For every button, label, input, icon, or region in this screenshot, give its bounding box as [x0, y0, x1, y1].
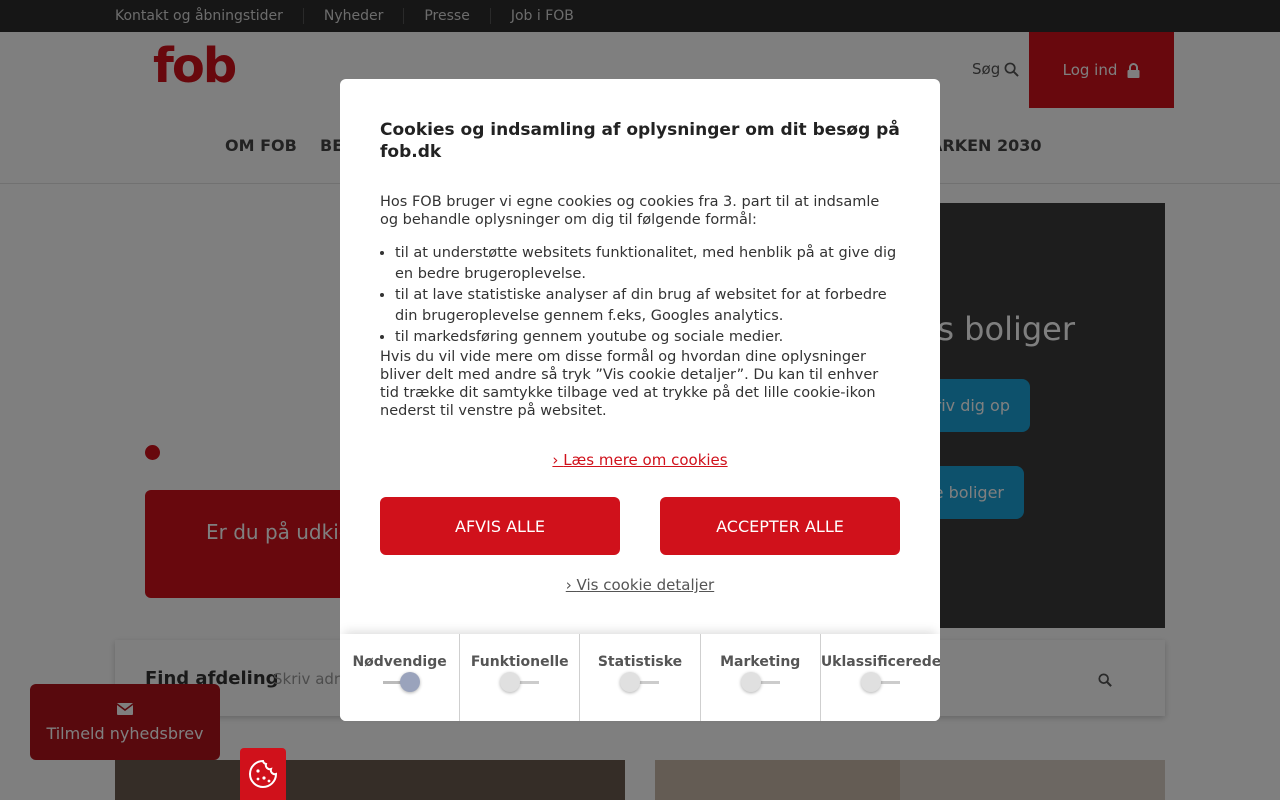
- toggle-label: Nødvendige: [352, 654, 447, 670]
- cookie-dialog-title: Cookies og indsamling af oplysninger om …: [380, 120, 900, 162]
- cookie-intro: Hos FOB bruger vi egne cookies og cookie…: [380, 194, 880, 228]
- read-more-cookies-link[interactable]: › Læs mere om cookies: [552, 451, 727, 469]
- cookie-category-toggles: Nødvendige Funktionelle Statistiske Mark…: [340, 634, 940, 721]
- toggle-unclassified[interactable]: Uklassificerede: [819, 634, 940, 721]
- show-cookie-details-link[interactable]: › Vis cookie detaljer: [566, 576, 714, 594]
- accept-all-button[interactable]: ACCEPTER ALLE: [660, 497, 900, 555]
- toggle-knob: [860, 672, 881, 692]
- toggle-knob: [500, 672, 521, 692]
- toggle-necessary[interactable]: Nødvendige: [340, 634, 459, 721]
- read-more-label: Læs mere om cookies: [563, 451, 728, 469]
- cookie-purpose: til markedsføring gennem youtube og soci…: [395, 327, 900, 348]
- toggle-knob: [400, 672, 420, 692]
- details-container: › Vis cookie detaljer: [340, 575, 940, 594]
- cookie-icon: [249, 759, 278, 788]
- details-label: Vis cookie detaljer: [576, 576, 715, 594]
- cookie-purpose: til at understøtte websitets funktionali…: [395, 243, 900, 285]
- toggle-label: Marketing: [720, 654, 801, 670]
- toggle-label: Funktionelle: [470, 654, 569, 670]
- deny-all-button[interactable]: AFVIS ALLE: [380, 497, 620, 555]
- cookie-purpose: til at lave statistiske analyser af din …: [395, 285, 900, 327]
- cookie-more-info: Hvis du vil vide mere om disse formål og…: [380, 349, 879, 419]
- cookie-settings-button[interactable]: [240, 748, 286, 800]
- cookie-consent-dialog: Cookies og indsamling af oplysninger om …: [340, 79, 940, 721]
- cookie-dialog-body: Cookies og indsamling af oplysninger om …: [380, 119, 900, 420]
- toggle-statistics[interactable]: Statistiske: [579, 634, 699, 721]
- cookie-purpose-list: til at understøtte websitets funktionali…: [380, 243, 900, 348]
- toggle-knob: [740, 672, 761, 692]
- toggle-label: Uklassificerede: [820, 654, 940, 670]
- toggle-label: Statistiske: [597, 654, 683, 670]
- toggle-functional[interactable]: Funktionelle: [459, 634, 579, 721]
- toggle-marketing[interactable]: Marketing: [699, 634, 820, 721]
- read-more-container: › Læs mere om cookies: [340, 450, 940, 469]
- toggle-knob: [620, 672, 641, 692]
